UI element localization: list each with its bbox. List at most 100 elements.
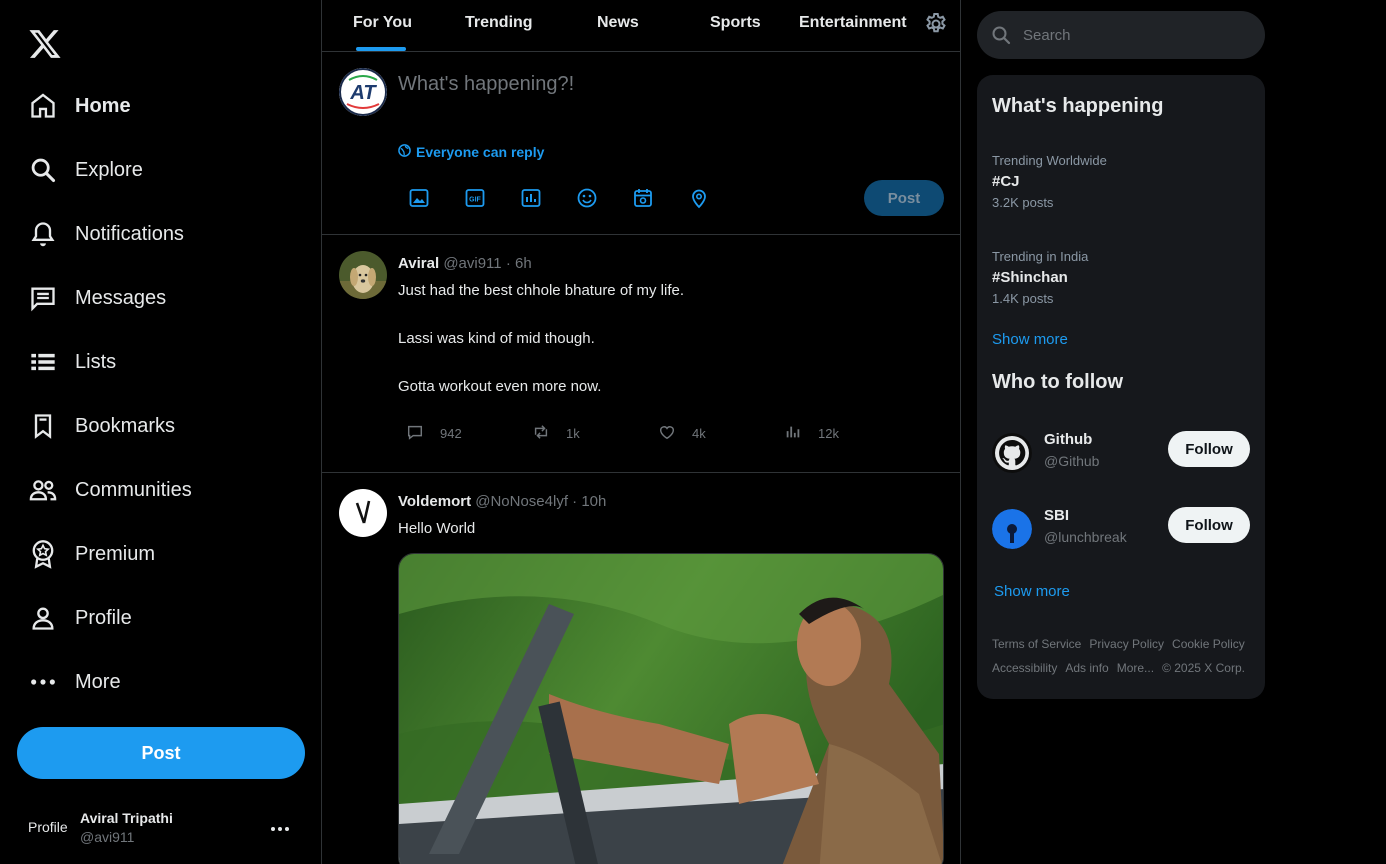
trends-show-more-link[interactable]: Show more: [992, 331, 1068, 348]
follow-button[interactable]: Follow: [1168, 507, 1250, 543]
location-icon[interactable]: [678, 182, 734, 214]
nav-label: Home: [75, 94, 131, 117]
nav-lists[interactable]: Lists: [28, 342, 116, 382]
reply-count: 942: [440, 426, 462, 441]
tweet-author-handle[interactable]: @NoNose4lyf: [475, 493, 568, 510]
nav-label: Profile: [75, 606, 132, 629]
follow-suggestion[interactable]: Github @Github Follow: [992, 431, 1250, 479]
tweet-media-image[interactable]: [398, 553, 944, 864]
footer-link-privacy[interactable]: Privacy Policy: [1089, 637, 1164, 651]
repost-button[interactable]: 1k: [524, 423, 650, 444]
nav-label: Messages: [75, 286, 167, 309]
tab-for-you[interactable]: For You: [353, 14, 412, 32]
heart-icon: [658, 423, 676, 444]
separator-dot: ·: [572, 493, 578, 510]
sbi-avatar: [992, 509, 1032, 549]
tweet-line: Gotta workout even more now.: [398, 378, 602, 395]
emoji-icon[interactable]: [566, 182, 622, 214]
reply-setting-label: Everyone can reply: [416, 144, 545, 160]
follow-show-more-link[interactable]: Show more: [994, 583, 1070, 600]
x-logo-icon[interactable]: [28, 27, 62, 61]
follow-button[interactable]: Follow: [1168, 431, 1250, 467]
search-input[interactable]: [1023, 26, 1243, 44]
svg-text:GIF: GIF: [469, 197, 481, 204]
avatar: Profile: [28, 807, 68, 847]
list-icon: [28, 347, 58, 377]
tweet-header: Voldemort @NoNose4lyf · 10h: [398, 493, 606, 510]
avatar[interactable]: [339, 489, 387, 537]
nav-premium[interactable]: Premium: [28, 534, 155, 574]
tweet-timestamp[interactable]: 6h: [515, 255, 532, 272]
more-options-icon[interactable]: [270, 820, 290, 838]
tweet[interactable]: Voldemort @NoNose4lyf · 10h Hello World: [322, 473, 960, 864]
gif-icon[interactable]: GIF: [454, 182, 510, 214]
left-sidebar: Home Explore Notifications Messages List…: [0, 0, 321, 864]
footer-link-terms[interactable]: Terms of Service: [992, 637, 1081, 651]
schedule-icon[interactable]: [622, 182, 678, 214]
tweet-author-name[interactable]: Voldemort: [398, 493, 471, 510]
compose-input[interactable]: [398, 70, 938, 98]
footer-link-cookies[interactable]: Cookie Policy: [1172, 637, 1245, 651]
tab-news[interactable]: News: [597, 14, 639, 32]
follow-suggestion[interactable]: SBI @lunchbreak Follow: [992, 507, 1250, 555]
tweet-line: Hello World: [398, 520, 476, 537]
tweet-timestamp[interactable]: 10h: [581, 493, 606, 510]
tweet-author-handle[interactable]: @avi911: [443, 255, 501, 272]
trend-item[interactable]: Trending Worldwide #CJ 3.2K posts: [992, 153, 1252, 210]
nav-more[interactable]: More: [28, 662, 121, 702]
trend-context: Trending in India: [992, 249, 1089, 264]
repost-count: 1k: [566, 426, 580, 441]
account-switcher[interactable]: Profile Aviral Tripathi @avi911: [28, 806, 298, 848]
avatar[interactable]: [339, 251, 387, 299]
gear-icon[interactable]: [924, 12, 948, 41]
who-to-follow-title: Who to follow: [992, 371, 1124, 393]
nav-notifications[interactable]: Notifications: [28, 214, 184, 254]
tweet-header: Aviral @avi911 · 6h: [398, 255, 532, 272]
tweet-author-name[interactable]: Aviral: [398, 255, 439, 272]
nav-messages[interactable]: Messages: [28, 278, 166, 318]
nav-label: Premium: [75, 542, 156, 565]
trend-post-count: 3.2K posts: [992, 195, 1054, 210]
bookmark-icon: [28, 411, 58, 441]
nav-profile[interactable]: Profile: [28, 598, 132, 638]
composer-toolbar: GIF: [398, 182, 734, 214]
nav-bookmarks[interactable]: Bookmarks: [28, 406, 175, 446]
avatar-alt-text: Profile: [28, 819, 68, 835]
nav-communities[interactable]: Communities: [28, 470, 192, 510]
post-button[interactable]: Post: [17, 727, 305, 779]
trend-post-count: 1.4K posts: [992, 291, 1054, 306]
tweet-line: Just had the best chhole bhature of my l…: [398, 282, 685, 299]
tab-trending[interactable]: Trending: [465, 14, 533, 32]
follow-handle: @lunchbreak: [1044, 529, 1127, 545]
nav-label: Communities: [75, 478, 192, 501]
tweet-text: Just had the best chhole bhature of my l…: [398, 279, 684, 399]
trend-item[interactable]: Trending in India #Shinchan 1.4K posts: [992, 249, 1252, 306]
search-icon: [28, 155, 58, 185]
like-count: 4k: [692, 426, 706, 441]
search-icon: [991, 25, 1011, 45]
nav-home[interactable]: Home: [28, 86, 131, 126]
nav-label: Explore: [75, 158, 143, 181]
like-button[interactable]: 4k: [650, 423, 776, 444]
reply-setting[interactable]: Everyone can reply: [398, 144, 544, 160]
views-button[interactable]: 12k: [776, 423, 902, 444]
footer-link-accessibility[interactable]: Accessibility: [992, 661, 1057, 675]
whats-happening-title: What's happening: [992, 95, 1164, 117]
trend-context: Trending Worldwide: [992, 153, 1107, 168]
more-icon: [28, 667, 58, 697]
tab-entertainment[interactable]: Entertainment: [799, 14, 907, 32]
footer-link-ads-info[interactable]: Ads info: [1065, 661, 1108, 675]
feed-tabs: For You Trending News Sports Entertainme…: [322, 0, 960, 52]
footer-link-more[interactable]: More...: [1117, 661, 1154, 675]
composer-post-button[interactable]: Post: [864, 180, 944, 216]
tab-sports[interactable]: Sports: [710, 14, 761, 32]
separator-dot: ·: [505, 255, 511, 272]
nav-explore[interactable]: Explore: [28, 150, 143, 190]
poll-icon[interactable]: [510, 182, 566, 214]
search-bar[interactable]: [977, 11, 1265, 59]
reply-button[interactable]: 942: [398, 423, 524, 444]
account-name: Aviral Tripathi: [80, 809, 173, 826]
image-icon[interactable]: [398, 182, 454, 214]
follow-handle: @Github: [1044, 453, 1100, 469]
tweet[interactable]: Aviral @avi911 · 6h Just had the best ch…: [322, 235, 960, 473]
